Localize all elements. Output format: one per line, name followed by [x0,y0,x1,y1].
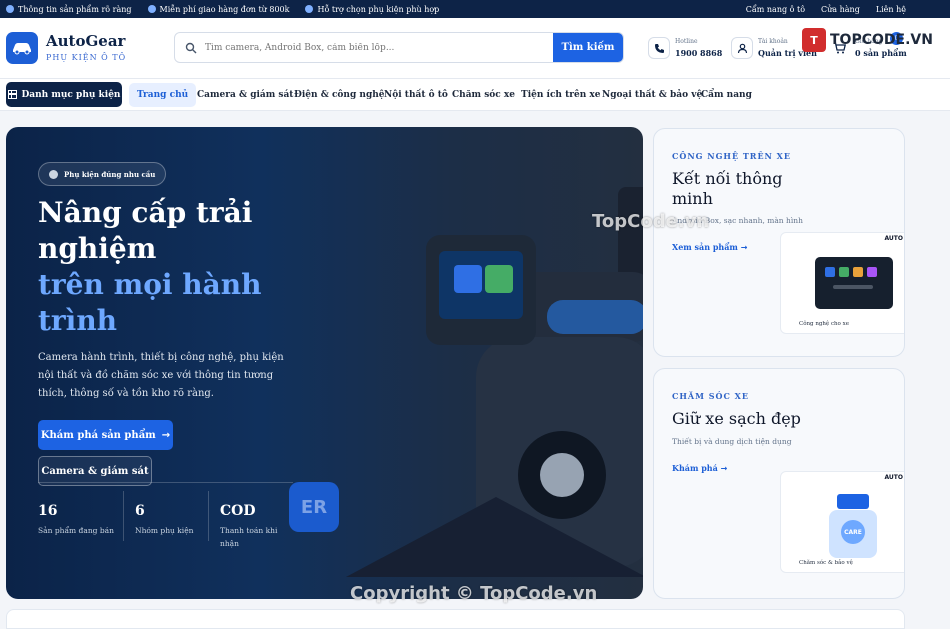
stat-groups: 6 Nhóm phụ kiện [135,503,194,535]
topbar-link-store[interactable]: Cửa hàng [821,5,860,14]
watermark-logo: T TOPCODE.VN [802,28,933,52]
hero-banner: ER Phụ kiện đúng nhu cầu Nâng cấp trải n… [6,127,643,599]
nav-item-home[interactable]: Trang chủ [129,83,197,107]
topbar-link-guide[interactable]: Cẩm nang ô tô [746,5,805,14]
card-link-view-products[interactable]: Xem sản phẩm → [672,242,747,252]
card-kicker: CHĂM SÓC XE [672,391,749,401]
user-icon [731,37,753,59]
phone-icon [648,37,670,59]
nav-item-camera[interactable]: Camera & giám sát [189,83,301,107]
hero-deco-badge: ER [289,482,339,532]
truck-icon [147,5,156,13]
search-input[interactable] [205,42,565,53]
watermark-copyright: Copyright © TopCode.vn [350,583,598,604]
product-image-tech: AUTO Công nghệ cho xe [780,232,904,334]
search-button[interactable]: Tìm kiếm [553,33,623,62]
topbar-link-contact[interactable]: Liên hệ [876,5,906,14]
arrow-right-icon: → [737,243,748,252]
hero-deco-shape [346,497,643,577]
hero-deco-shape [547,300,643,334]
grid-icon [7,90,17,99]
hero-title: Nâng cấp trải nghiệm [38,196,253,265]
category-menu-button[interactable]: Danh mục phụ kiện [6,82,122,107]
topbar-item-support: Hỗ trợ chọn phụ kiện phù hợp [305,5,439,14]
check-icon [49,169,58,179]
brand-tagline: PHỤ KIỆN Ô TÔ [46,53,127,62]
stat-divider [208,491,209,541]
hero-title-highlight: trên mọi hành trình [38,268,262,337]
product-image-care: AUTO CARE Chăm sóc & bảo vệ [780,471,904,573]
support-icon [305,5,314,13]
brand-name[interactable]: AutoGear [46,32,125,50]
site-header: AutoGear PHỤ KIỆN Ô TÔ Tìm kiếm Hotline1… [0,18,950,78]
nav-item-care[interactable]: Chăm sóc xe [444,83,523,107]
hero-chip: Phụ kiện đúng nhu cầu [38,162,167,186]
explore-products-button[interactable]: Khám phá sản phẩm → [38,420,173,450]
watermark-logo-icon: T [802,28,826,52]
car-logo-icon[interactable] [6,32,38,64]
stat-divider [123,491,124,541]
promo-card-tech[interactable]: CÔNG NGHỆ TRÊN XE Kết nối thông minh And… [653,128,905,357]
stat-payment: COD Thanh toán khi nhận [220,503,278,548]
hero-device-screen [426,235,536,345]
monitor-icon [815,257,893,309]
product-caption: Công nghệ cho xe [799,321,849,327]
card-title: Giữ xe sạch đẹp [672,409,801,428]
topbar-item-shipping: Miễn phí giao hàng đơn từ 800k [147,5,289,14]
nav-item-guide[interactable]: Cẩm nang [693,83,760,107]
promo-card-care[interactable]: CHĂM SÓC XE Giữ xe sạch đẹp Thiết bị và … [653,368,905,599]
arrow-right-icon: → [161,429,171,441]
search-bar: Tìm kiếm [174,32,624,63]
topbar-item-info: Thông tin sản phẩm rõ ràng [6,5,132,14]
card-description: Thiết bị và dung dịch tiện dụng [672,437,792,446]
stat-products: 16 Sản phẩm đang bán [38,503,114,535]
main-nav: Danh mục phụ kiện Trang chủ Camera & giá… [0,78,950,111]
product-brand-tag: AUTO [884,235,903,242]
card-link-explore[interactable]: Khám phá → [672,463,727,473]
product-brand-tag: AUTO [884,474,903,481]
card-title: Kết nối thông minh [672,169,783,208]
arrow-right-icon: → [717,464,728,473]
info-icon [6,5,14,13]
product-caption: Chăm sóc & bảo vệ [799,560,853,566]
watermark-text: TopCode.vn [592,211,710,232]
feature-strip [6,609,905,629]
top-bar: Thông tin sản phẩm rõ ràng Miễn phí giao… [0,0,950,18]
hero-stats: 16 Sản phẩm đang bán 6 Nhóm phụ kiện COD Th… [38,482,293,548]
hero-description: Camera hành trình, thiết bị công nghệ, p… [38,352,284,399]
hotline[interactable]: Hotline 1900 8868 [648,36,722,60]
search-icon [185,42,197,53]
care-bottle-icon: CARE [829,494,877,558]
camera-lens-icon [518,431,606,519]
card-kicker: CÔNG NGHỆ TRÊN XE [672,151,791,161]
